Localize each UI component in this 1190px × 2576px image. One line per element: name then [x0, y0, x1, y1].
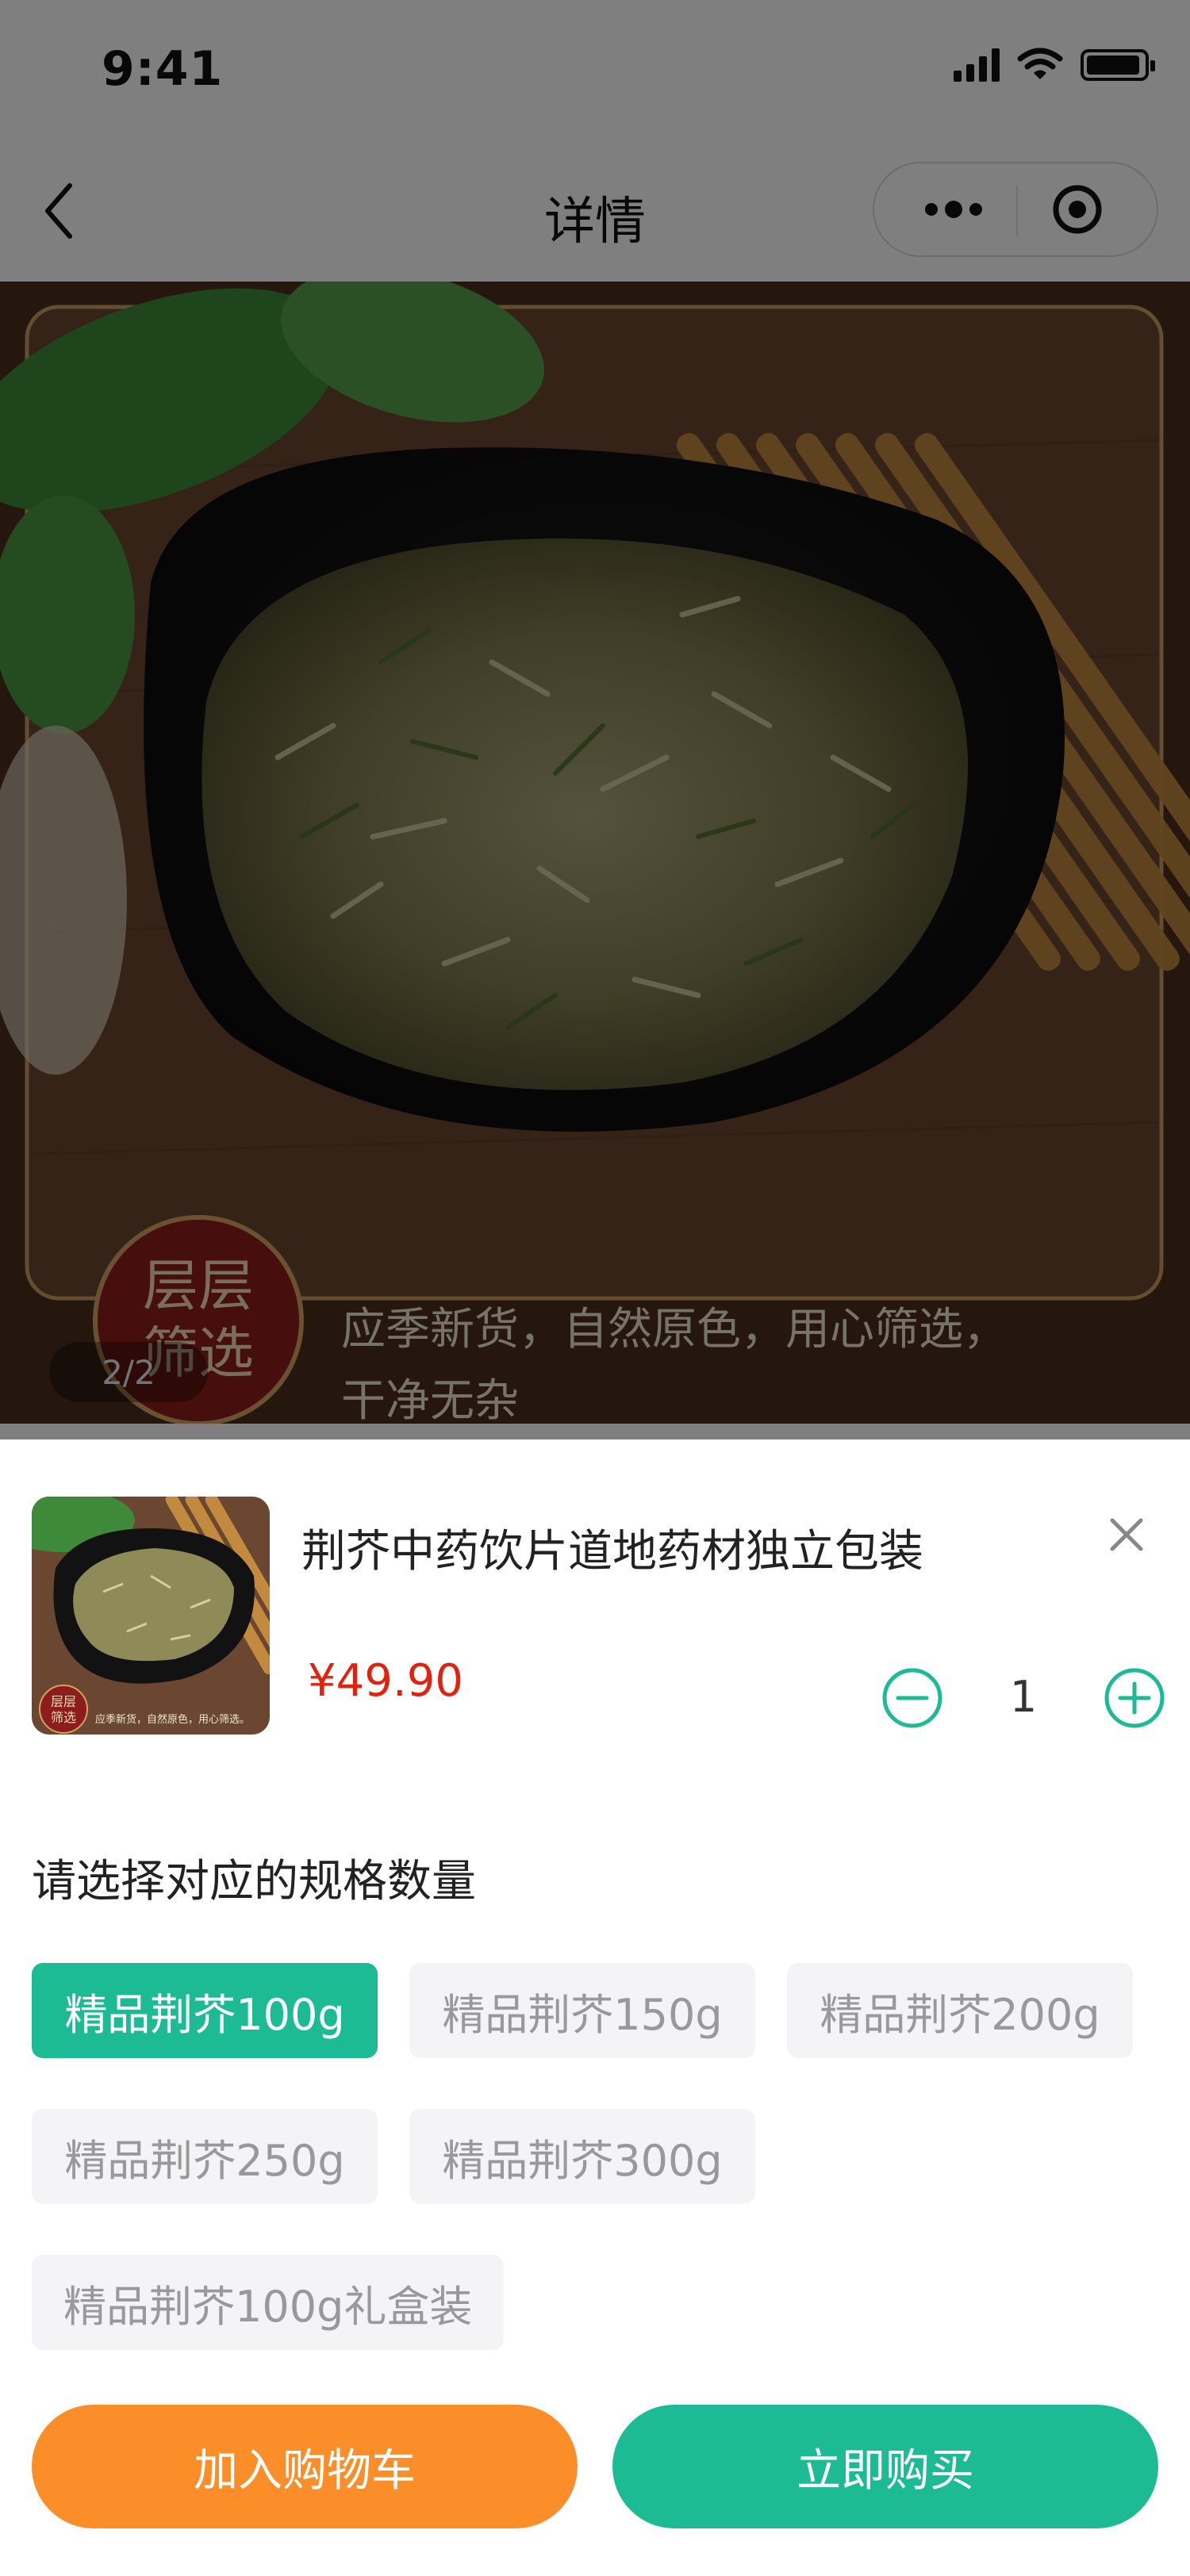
- product-price: ¥49.90: [308, 1655, 463, 1707]
- minus-circle-icon: [882, 1668, 942, 1728]
- spec-option[interactable]: 精品荆芥150g: [409, 1963, 755, 2058]
- spec-section-title: 请选择对应的规格数量: [32, 1856, 476, 1907]
- close-button[interactable]: [1095, 1503, 1158, 1566]
- spec-options: 精品荆芥100g 精品荆芥150g 精品荆芥200g 精品荆芥250g 精品荆芥…: [32, 1963, 1174, 2350]
- add-to-cart-button[interactable]: 加入购物车: [32, 2405, 578, 2528]
- product-thumbnail: 层层 筛选 应季新货，自然原色，用心筛选。: [32, 1497, 270, 1735]
- spec-selection-sheet: 层层 筛选 应季新货，自然原色，用心筛选。 荆芥中药饮片道地药材独立包装 ¥49…: [0, 1439, 1190, 2576]
- increase-quantity-button[interactable]: [1103, 1666, 1166, 1730]
- svg-text:筛选: 筛选: [51, 1710, 76, 1725]
- plus-circle-icon: [1104, 1668, 1165, 1728]
- product-thumbnail-image: 层层 筛选 应季新货，自然原色，用心筛选。: [32, 1497, 270, 1735]
- spec-option[interactable]: 精品荆芥250g: [32, 2109, 378, 2204]
- buy-now-button[interactable]: 立即购买: [612, 2405, 1158, 2528]
- svg-text:应季新货，自然原色，用心筛选。: 应季新货，自然原色，用心筛选。: [95, 1713, 250, 1726]
- close-icon: [1110, 1518, 1143, 1551]
- quantity-stepper: 1: [881, 1662, 1166, 1733]
- spec-option[interactable]: 精品荆芥100g: [32, 1963, 378, 2058]
- spec-option[interactable]: 精品荆芥200g: [787, 1963, 1133, 2058]
- quantity-value[interactable]: 1: [976, 1662, 1071, 1733]
- modal-overlay[interactable]: [0, 0, 1190, 1439]
- spec-option[interactable]: 精品荆芥300g: [409, 2109, 755, 2204]
- svg-text:层层: 层层: [51, 1694, 76, 1709]
- product-name: 荆芥中药饮片道地药材独立包装: [301, 1526, 923, 1577]
- decrease-quantity-button[interactable]: [881, 1666, 944, 1730]
- spec-option[interactable]: 精品荆芥100g礼盒装: [32, 2255, 505, 2350]
